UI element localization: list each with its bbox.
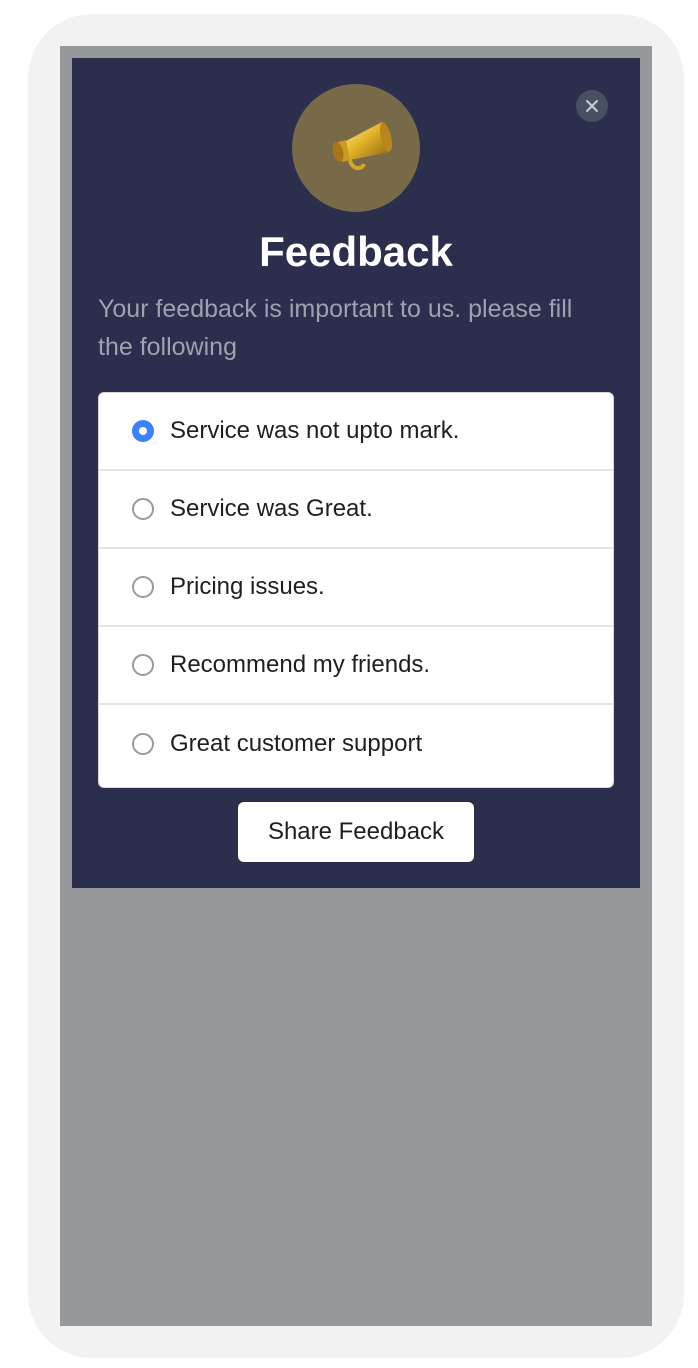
- option-label: Pricing issues.: [170, 573, 325, 600]
- option-label: Service was not upto mark.: [170, 417, 460, 444]
- option-label: Great customer support: [170, 730, 423, 757]
- option-service-great[interactable]: Service was Great.: [99, 471, 613, 549]
- option-not-upto-mark[interactable]: Service was not upto mark.: [99, 393, 613, 471]
- option-pricing-issues[interactable]: Pricing issues.: [99, 549, 613, 627]
- megaphone-icon: [332, 122, 393, 171]
- radio-unselected[interactable]: [132, 654, 154, 676]
- close-button[interactable]: [576, 90, 608, 122]
- share-feedback-button[interactable]: Share Feedback: [238, 802, 474, 862]
- option-label: Service was Great.: [170, 495, 373, 522]
- modal-title: Feedback: [259, 228, 453, 275]
- megaphone-badge: [292, 84, 420, 212]
- radio-unselected[interactable]: [132, 576, 154, 598]
- option-customer-support[interactable]: Great customer support: [99, 705, 613, 783]
- modal-subtitle: Your feedback is important to us. please…: [98, 295, 573, 361]
- option-recommend-friends[interactable]: Recommend my friends.: [99, 627, 613, 705]
- radio-unselected[interactable]: [132, 733, 154, 755]
- close-icon: [586, 100, 598, 112]
- option-label: Recommend my friends.: [170, 651, 431, 678]
- feedback-options-list: Service was not upto mark. Service was G…: [98, 392, 614, 788]
- radio-unselected[interactable]: [132, 498, 154, 520]
- radio-selected[interactable]: [132, 420, 154, 442]
